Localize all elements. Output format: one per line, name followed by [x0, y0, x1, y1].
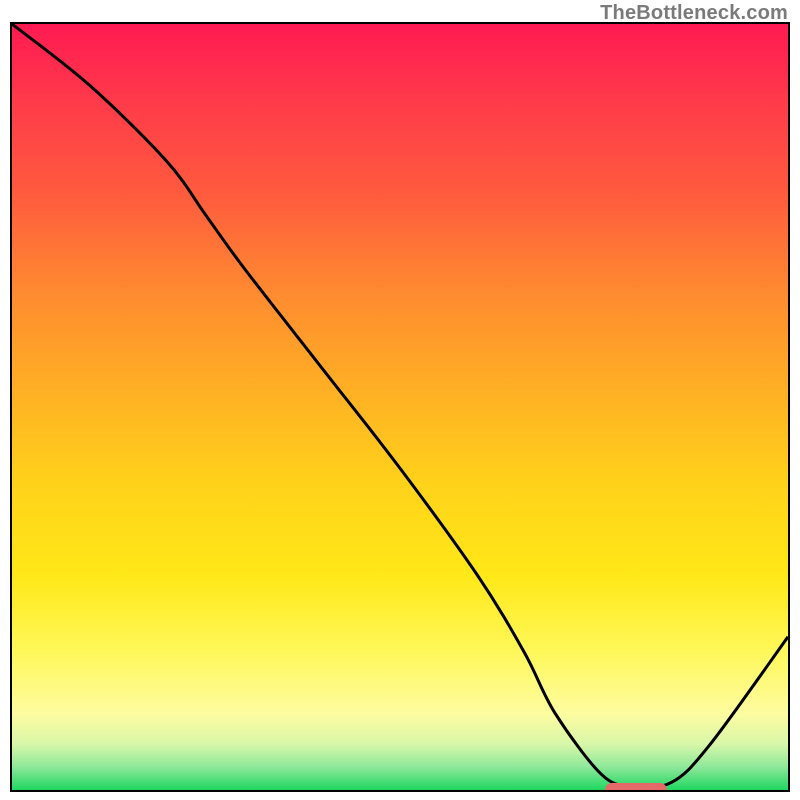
bottleneck-curve [12, 24, 788, 790]
optimal-zone-marker [605, 783, 667, 792]
curve-path [12, 24, 788, 787]
chart-frame [10, 22, 790, 792]
